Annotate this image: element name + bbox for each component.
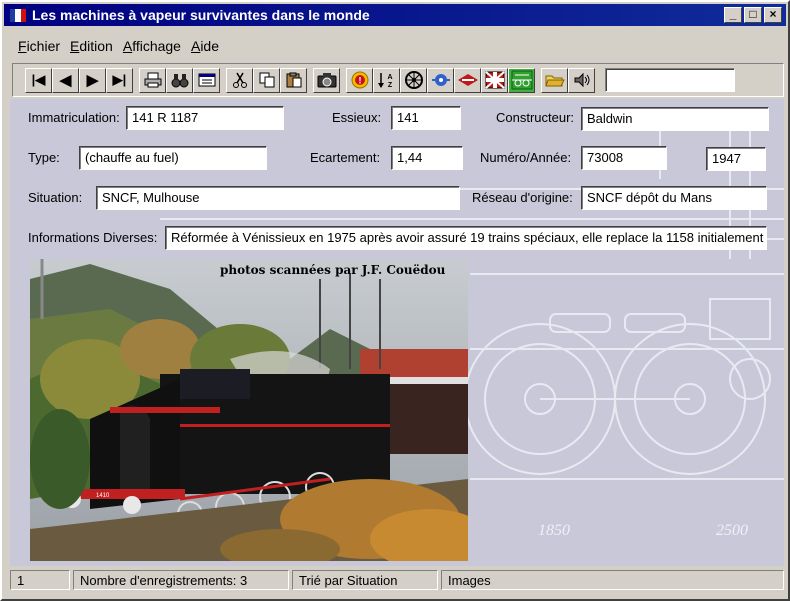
search-button[interactable] bbox=[166, 67, 193, 93]
cut-icon bbox=[232, 72, 247, 88]
svg-text:Z: Z bbox=[387, 82, 392, 89]
wheel-icon bbox=[404, 71, 423, 89]
status-record-number: 1 bbox=[10, 570, 70, 590]
type-label: Type: bbox=[28, 150, 60, 165]
menu-edition[interactable]: Edition bbox=[70, 38, 113, 58]
blueprint-button[interactable] bbox=[508, 67, 535, 93]
network-icon bbox=[431, 74, 450, 86]
next-record-icon: ▶ bbox=[86, 72, 99, 89]
infos-field[interactable]: Réformée à Vénissieux en 1975 après avoi… bbox=[165, 226, 767, 250]
loco-number: 1410 bbox=[96, 493, 110, 499]
ecartement-field[interactable]: 1,44 bbox=[391, 146, 463, 170]
svg-text:!: ! bbox=[358, 76, 361, 86]
next-record-button[interactable]: ▶ bbox=[79, 67, 106, 93]
status-mode: Images bbox=[441, 570, 784, 590]
reseau-label: Réseau d'origine: bbox=[472, 190, 573, 205]
status-bar: 1 Nombre d'enregistrements: 3 Trié par S… bbox=[10, 570, 784, 592]
network-button[interactable] bbox=[427, 67, 454, 93]
sncf-logo-icon bbox=[457, 74, 478, 86]
form-view-icon bbox=[198, 73, 215, 87]
binoculars-icon bbox=[171, 74, 188, 88]
info-button[interactable]: ! bbox=[346, 67, 373, 93]
last-record-button[interactable]: ▶| bbox=[106, 67, 133, 93]
infos-label: Informations Diverses: bbox=[28, 230, 158, 245]
sort-button[interactable]: AZ bbox=[373, 67, 400, 93]
sncf-button[interactable] bbox=[454, 67, 481, 93]
situation-field[interactable]: SNCF, Mulhouse bbox=[96, 186, 460, 210]
minimize-button[interactable]: _ bbox=[724, 7, 742, 23]
numero-field[interactable]: 73008 bbox=[581, 146, 667, 170]
locomotive-image: 1410 bbox=[30, 259, 468, 561]
photo-caption: photos scannées par J.F. Couëdou bbox=[220, 263, 446, 277]
essieux-field[interactable]: 141 bbox=[391, 106, 461, 130]
flag-button[interactable] bbox=[481, 67, 508, 93]
print-button[interactable] bbox=[139, 67, 166, 93]
sound-icon bbox=[574, 72, 589, 88]
paste-icon bbox=[286, 72, 301, 88]
sort-icon: AZ bbox=[377, 73, 392, 89]
menu-fichier[interactable]: Fichier bbox=[18, 38, 60, 58]
last-record-icon: ▶| bbox=[112, 72, 127, 87]
cut-button[interactable] bbox=[226, 67, 253, 93]
reseau-field[interactable]: SNCF dépôt du Mans bbox=[581, 186, 767, 210]
constructeur-label: Constructeur: bbox=[496, 110, 575, 125]
status-sort: Trié par Situation bbox=[292, 570, 438, 590]
camera-button[interactable] bbox=[313, 67, 340, 93]
info-badge-icon: ! bbox=[351, 71, 368, 89]
type-field[interactable]: (chauffe au fuel) bbox=[79, 146, 267, 170]
menu-bar: Fichier Edition Affichage Aide bbox=[4, 38, 219, 58]
paste-button[interactable] bbox=[280, 67, 307, 93]
svg-text:A: A bbox=[387, 74, 392, 81]
menu-affichage[interactable]: Affichage bbox=[123, 38, 181, 58]
title-bar[interactable]: Les machines à vapeur survivantes dans l… bbox=[4, 4, 786, 26]
locomotive-photo: 1410 photos scannées par J.F. Couëdou bbox=[30, 259, 468, 561]
wheel-button[interactable] bbox=[400, 67, 427, 93]
form-view-button[interactable] bbox=[193, 67, 220, 93]
record-form: Immatriculation: 141 R 1187 Essieux: 141… bbox=[10, 99, 784, 566]
ecartement-label: Ecartement: bbox=[310, 150, 381, 165]
blueprint-icon bbox=[511, 70, 532, 90]
previous-record-button[interactable]: ◀ bbox=[52, 67, 79, 93]
copy-button[interactable] bbox=[253, 67, 280, 93]
previous-record-icon: ◀ bbox=[59, 72, 72, 89]
immatriculation-label: Immatriculation: bbox=[28, 110, 120, 125]
essieux-label: Essieux: bbox=[332, 110, 382, 125]
window-title: Les machines à vapeur survivantes dans l… bbox=[32, 7, 370, 23]
status-record-count: Nombre d'enregistrements: 3 bbox=[73, 570, 289, 590]
flag-icon bbox=[484, 71, 505, 89]
sound-button[interactable] bbox=[568, 67, 595, 93]
app-icon bbox=[10, 6, 28, 24]
numero-annee-label: Numéro/Année: bbox=[480, 150, 572, 165]
annee-field[interactable]: 1947 bbox=[706, 147, 766, 171]
first-record-icon: |◀ bbox=[31, 72, 46, 87]
camera-icon bbox=[317, 73, 336, 88]
open-folder-icon bbox=[544, 75, 565, 87]
open-button[interactable] bbox=[541, 67, 568, 93]
print-icon bbox=[144, 72, 161, 88]
first-record-button[interactable]: |◀ bbox=[25, 67, 52, 93]
menu-aide[interactable]: Aide bbox=[191, 38, 219, 58]
situation-label: Situation: bbox=[28, 190, 83, 205]
constructeur-field[interactable]: Baldwin bbox=[581, 107, 769, 131]
maximize-button[interactable]: □ bbox=[744, 7, 762, 23]
toolbar: |◀ ◀ ▶ ▶| ! A Z bbox=[12, 63, 784, 97]
toolbar-search-input[interactable] bbox=[605, 68, 735, 92]
app-window: Les machines à vapeur survivantes dans l… bbox=[0, 0, 790, 601]
close-button[interactable]: × bbox=[764, 7, 782, 23]
copy-icon bbox=[259, 72, 274, 88]
immatriculation-field[interactable]: 141 R 1187 bbox=[126, 106, 284, 130]
